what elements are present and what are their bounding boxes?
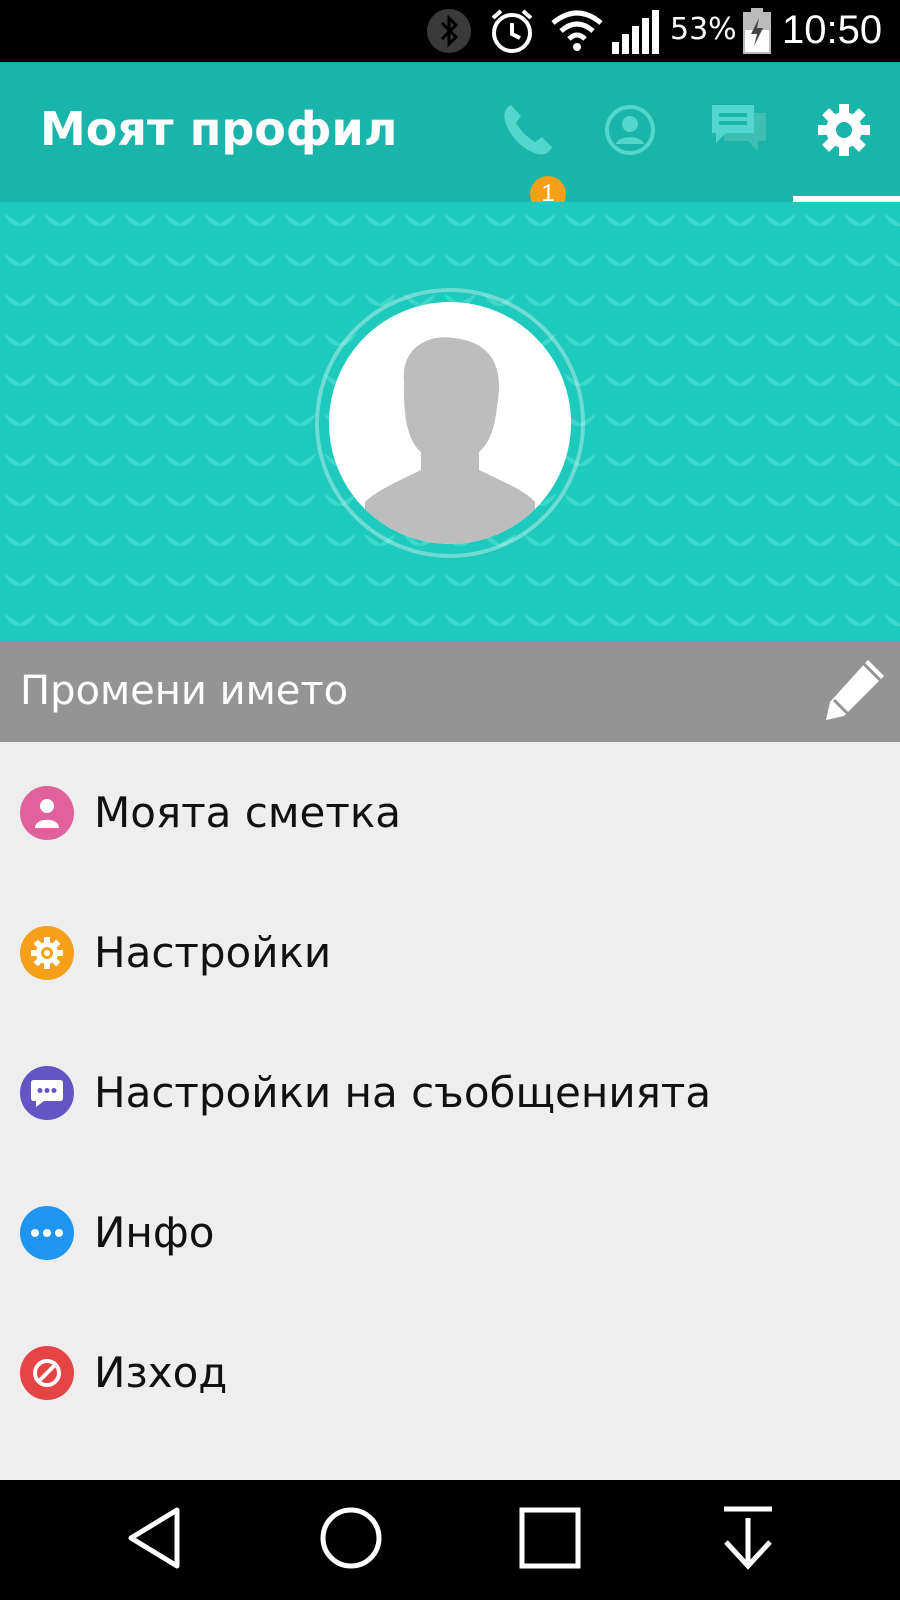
back-button[interactable]: [105, 1502, 205, 1578]
recents-icon: [519, 1507, 581, 1573]
bluetooth-icon: [424, 8, 474, 54]
back-icon: [125, 1506, 185, 1574]
menu-item-message-settings[interactable]: Настройки на съобщенията: [0, 1022, 900, 1162]
more-icon: [20, 1206, 74, 1260]
menu-item-label: Настройки на съобщенията: [94, 1068, 712, 1117]
app-bar: Моят профил 1: [0, 62, 900, 212]
navigation-bar: [0, 1480, 900, 1600]
settings-menu: Моята сметка Настройки Настройки на съоб…: [0, 742, 900, 1480]
tab-settings[interactable]: [794, 82, 894, 182]
tab-calls[interactable]: [478, 82, 578, 182]
person-icon: [20, 786, 74, 840]
clock: 10:50: [782, 8, 883, 52]
status-bar: 53% 10:50: [0, 0, 900, 62]
tab-messages[interactable]: [690, 82, 790, 182]
menu-item-my-account[interactable]: Моята сметка: [0, 742, 900, 882]
recents-button[interactable]: [500, 1502, 600, 1578]
chat-bubble-icon: [20, 1066, 74, 1120]
signal-icon: [610, 8, 666, 54]
gear-icon: [20, 926, 74, 980]
tab-contacts[interactable]: [580, 82, 680, 182]
menu-item-label: Инфо: [94, 1208, 215, 1257]
menu-item-settings[interactable]: Настройки: [0, 882, 900, 1022]
chat-icon: [710, 103, 770, 161]
home-icon: [319, 1506, 383, 1574]
notifications-pull-button[interactable]: [698, 1502, 798, 1578]
alarm-icon: [484, 8, 540, 54]
menu-item-info[interactable]: Инфо: [0, 1162, 900, 1302]
home-button[interactable]: [301, 1502, 401, 1578]
block-icon: [20, 1346, 74, 1400]
page-title: Моят профил: [40, 102, 398, 156]
menu-item-label: Моята сметка: [94, 788, 401, 837]
pencil-icon[interactable]: [820, 656, 888, 728]
phone-icon: [497, 99, 559, 165]
contact-icon: [604, 104, 656, 160]
change-name-bar[interactable]: Промени името: [0, 642, 900, 742]
battery-percent: 53%: [670, 12, 737, 47]
battery-charging-icon: [740, 8, 774, 54]
wifi-icon: [548, 8, 606, 54]
menu-item-label: Изход: [94, 1348, 228, 1397]
menu-item-logout[interactable]: Изход: [0, 1302, 900, 1442]
gear-icon: [817, 103, 871, 161]
avatar[interactable]: [329, 302, 571, 544]
change-name-label: Промени името: [20, 668, 349, 714]
notifications-pull-icon: [720, 1506, 776, 1574]
menu-item-label: Настройки: [94, 928, 332, 977]
